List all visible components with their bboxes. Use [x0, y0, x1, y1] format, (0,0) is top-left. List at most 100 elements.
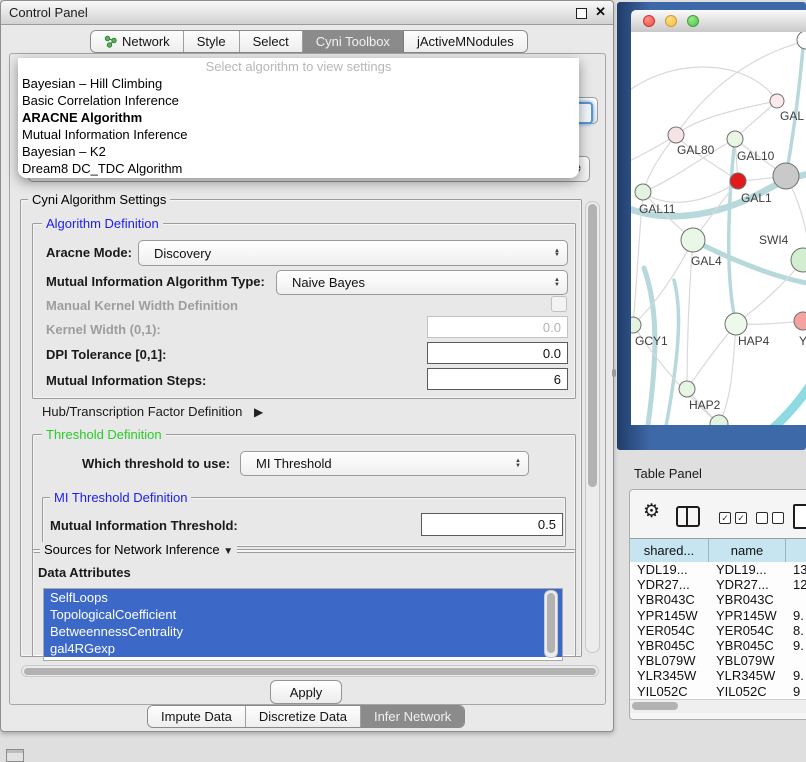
network-node-gal80[interactable] — [668, 127, 684, 143]
settings-gear-icon[interactable]: ⚙ — [643, 502, 660, 522]
network-node-gal4[interactable] — [681, 228, 705, 252]
network-edge — [719, 324, 736, 424]
attribute-item-topologicalcoefficient[interactable]: TopologicalCoefficient — [44, 606, 562, 623]
tab-label: Select — [253, 34, 289, 49]
table-cell: YER054C — [709, 623, 786, 638]
settings-vertical-scrollbar[interactable] — [585, 201, 600, 653]
table-cell: YBR045C — [709, 638, 786, 653]
table-row[interactable]: YBL079WYBL079W — [630, 653, 806, 668]
expand-arrow-icon[interactable]: ▶ — [254, 405, 263, 419]
node-label: Y — [799, 334, 806, 348]
apply-button-label: Apply — [290, 685, 323, 700]
algorithm-item-bayesian-k2[interactable]: Bayesian – K2 — [18, 143, 579, 160]
split-columns-icon[interactable] — [676, 506, 700, 527]
table-cell: 9 — [786, 684, 806, 699]
kernel-width-field[interactable]: 0.0 — [427, 316, 568, 338]
attribute-item-selfloops[interactable]: SelfLoops — [44, 589, 562, 606]
network-node[interactable] — [797, 32, 806, 49]
network-node-swi4[interactable] — [791, 248, 806, 272]
algorithm-item-mutual-information-inference[interactable]: Mutual Information Inference — [18, 126, 579, 143]
network-node-hap2[interactable] — [679, 381, 695, 397]
tab-cyni-toolbox[interactable]: Cyni Toolbox — [303, 31, 404, 52]
aracne-mode-combo[interactable]: Discovery ▲▼ — [138, 240, 568, 266]
table-row[interactable]: YBR043CYBR043C — [630, 592, 806, 607]
collapse-triangle-icon[interactable]: ▼ — [223, 546, 233, 557]
table-panel-title: Table Panel — [634, 466, 702, 481]
algorithm-item-bayesian-hill-climbing[interactable]: Bayesian – Hill Climbing — [18, 75, 579, 92]
mi-algorithm-type-combo[interactable]: Naive Bayes ▲▼ — [276, 270, 568, 295]
deselect-all-columns-icon[interactable] — [756, 512, 784, 524]
control-panel-titlebar[interactable]: Control Panel ✕ — [1, 1, 613, 25]
collapsed-panel-icon[interactable] — [6, 749, 24, 762]
float-window-icon[interactable] — [576, 8, 587, 19]
panel-divider-handle[interactable] — [612, 369, 616, 377]
network-window-titlebar[interactable] — [631, 10, 806, 33]
table-row[interactable]: YLR345WYLR345W9. — [630, 668, 806, 683]
table-cell: 8. — [786, 623, 806, 638]
network-node-hap4[interactable] — [725, 313, 747, 335]
select-all-columns-icon[interactable]: ✓✓ — [719, 512, 747, 524]
tab-select[interactable]: Select — [240, 31, 303, 52]
network-canvas[interactable]: GAL80GAL10GAL1GAL11GAL4SWI4GALGCY1HAP4YH… — [631, 32, 806, 425]
attribute-item-gal4rgexp[interactable]: gal4RGexp — [44, 640, 562, 657]
node-label: GAL10 — [737, 149, 775, 163]
which-threshold-combo[interactable]: MI Threshold ▲▼ — [240, 451, 529, 476]
data-attributes-list[interactable]: SelfLoopsTopologicalCoefficientBetweenne… — [43, 588, 563, 661]
dpi-tolerance-field[interactable]: 0.0 — [427, 342, 568, 364]
network-node-gal11[interactable] — [635, 184, 651, 200]
table-row[interactable]: YIL052CYIL052C9 — [630, 684, 806, 699]
network-node[interactable] — [710, 415, 728, 425]
table-row[interactable]: YBR045CYBR045C9. — [630, 638, 806, 653]
table-horizontal-scrollbar[interactable] — [630, 699, 806, 713]
network-edge — [729, 139, 736, 324]
manual-kernel-checkbox[interactable] — [551, 296, 567, 312]
table-row[interactable]: YPR145WYPR145W9. — [630, 608, 806, 623]
table-row[interactable]: YDL19...YDL19...13 — [630, 562, 806, 577]
scrollbar-thumb[interactable] — [632, 702, 678, 710]
tab-discretize-data[interactable]: Discretize Data — [246, 706, 361, 727]
algorithm-dropdown-placeholder: Select algorithm to view settings — [18, 58, 579, 75]
tab-label: Impute Data — [161, 709, 232, 724]
scrollbar-thumb[interactable] — [547, 593, 555, 653]
algorithm-item-dream8-dc-tdc-algorithm[interactable]: Dream8 DC_TDC Algorithm — [18, 160, 579, 177]
column-header-name[interactable]: name — [709, 539, 786, 562]
scrollbar-thumb[interactable] — [588, 204, 597, 487]
apply-button[interactable]: Apply — [270, 680, 342, 704]
close-window-icon[interactable] — [643, 15, 655, 27]
algorithm-item-basic-correlation-inference[interactable]: Basic Correlation Inference — [18, 92, 579, 109]
network-node[interactable] — [773, 163, 799, 189]
table-cell: 9. — [786, 668, 806, 683]
tab-label: Cyni Toolbox — [316, 34, 390, 49]
scrollbar-thumb[interactable] — [24, 668, 596, 675]
tab-jactivemnodules[interactable]: jActiveMNodules — [404, 31, 527, 52]
mi-threshold-field[interactable]: 0.5 — [421, 513, 563, 536]
tab-impute-data[interactable]: Impute Data — [148, 706, 246, 727]
zoom-window-icon[interactable] — [687, 15, 699, 27]
aracne-mode-value: Discovery — [146, 246, 211, 261]
settings-horizontal-scrollbar[interactable] — [21, 665, 599, 677]
tab-infer-network[interactable]: Infer Network — [361, 706, 464, 727]
table-row[interactable]: YDR27...YDR27...12 — [630, 577, 806, 592]
network-edge — [676, 101, 777, 135]
table-row[interactable]: YER054CYER054C8. — [630, 623, 806, 638]
minimize-window-icon[interactable] — [665, 15, 677, 27]
close-panel-icon[interactable]: ✕ — [595, 4, 606, 20]
algorithm-item-aracne-algorithm[interactable]: ARACNE Algorithm — [18, 109, 579, 126]
mi-steps-field[interactable]: 6 — [427, 368, 568, 390]
attributes-scrollbar[interactable] — [544, 590, 558, 658]
network-node-gal[interactable] — [770, 94, 784, 108]
new-table-document-icon[interactable] — [793, 504, 806, 529]
attribute-item-betweennesscentrality[interactable]: BetweennessCentrality — [44, 623, 562, 640]
network-node-gal10[interactable] — [727, 131, 743, 147]
tab-style[interactable]: Style — [184, 31, 240, 52]
sources-title-row[interactable]: Sources for Network Inference ▼ — [40, 542, 237, 557]
table-cell: YBR043C — [709, 592, 786, 607]
hub-definition-toggle[interactable]: Hub/Transcription Factor Definition ▶ — [42, 404, 263, 419]
column-header-shared[interactable]: shared... — [630, 539, 709, 562]
tab-network[interactable]: Network — [91, 31, 184, 52]
column-header-2[interactable] — [786, 539, 806, 562]
node-label: SWI4 — [759, 233, 789, 247]
network-node-gal1[interactable] — [730, 173, 746, 189]
network-node-y[interactable] — [794, 312, 806, 330]
which-threshold-value: MI Threshold — [248, 456, 332, 471]
